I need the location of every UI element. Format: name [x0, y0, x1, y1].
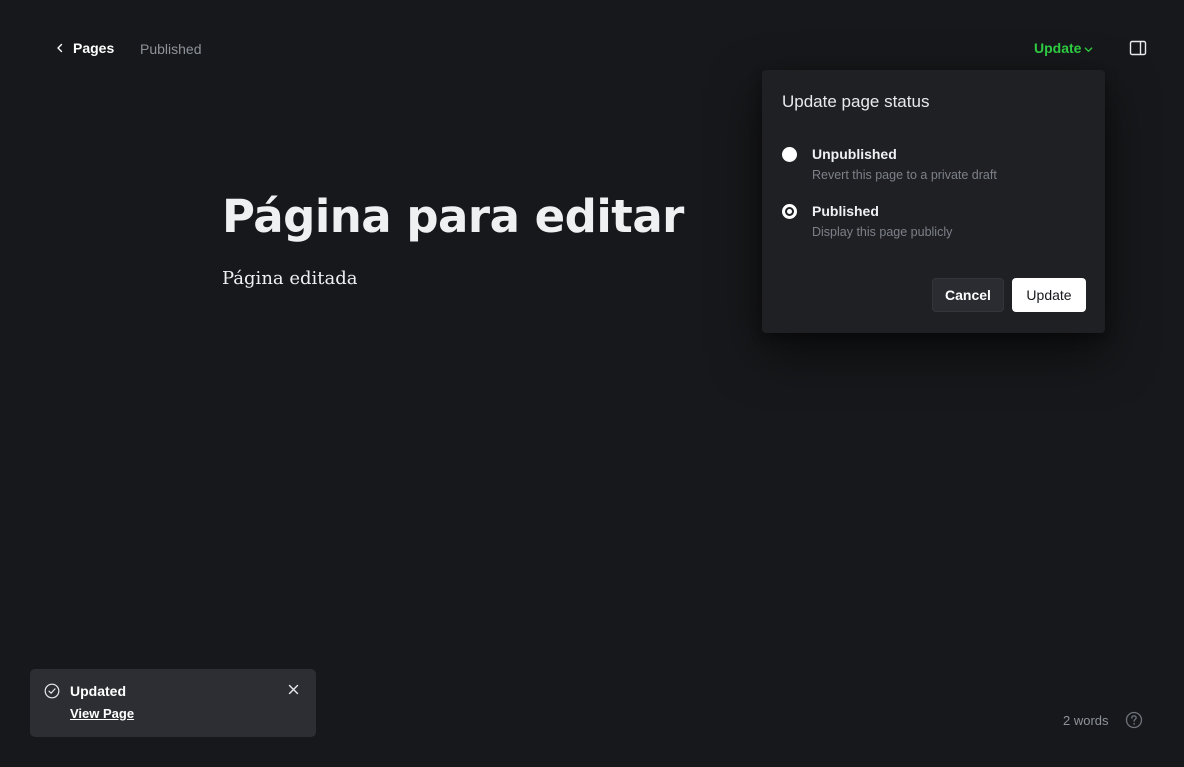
chevron-down-icon [1085, 47, 1093, 52]
option-label: Unpublished [812, 146, 897, 162]
toast-title: Updated [70, 683, 126, 699]
option-label: Published [812, 203, 879, 219]
option-description: Display this page publicly [812, 225, 953, 239]
editor-page: Pages Published Update Página para edita… [0, 0, 1184, 767]
published-radio[interactable] [782, 204, 797, 219]
status-option-unpublished[interactable]: Unpublished Revert this page to a privat… [782, 146, 1082, 190]
option-description: Revert this page to a private draft [812, 168, 997, 182]
chevron-left-icon [57, 43, 63, 53]
back-label: Pages [73, 40, 115, 56]
update-dropdown-button[interactable]: Update [1034, 40, 1093, 56]
post-title[interactable]: Página para editar [222, 190, 684, 243]
page-status-label: Published [140, 41, 202, 57]
status-option-published[interactable]: Published Display this page publicly [782, 203, 1082, 247]
check-circle-icon [44, 683, 60, 699]
popover-title: Update page status [782, 92, 930, 111]
close-icon[interactable] [288, 684, 299, 695]
post-body[interactable]: Página editada [222, 268, 358, 289]
sidebar-toggle-icon[interactable] [1129, 39, 1147, 57]
toast-notification: Updated View Page [30, 669, 316, 737]
update-dropdown-label: Update [1034, 40, 1082, 56]
back-to-pages-link[interactable]: Pages [55, 40, 114, 56]
view-page-link[interactable]: View Page [70, 706, 134, 721]
question-circle-icon[interactable] [1125, 711, 1143, 729]
confirm-update-button[interactable]: Update [1012, 278, 1086, 312]
unpublished-radio[interactable] [782, 147, 797, 162]
word-count: 2 words [1063, 713, 1109, 728]
cancel-button[interactable]: Cancel [932, 278, 1004, 312]
update-status-popover: Update page status Unpublished Revert th… [762, 70, 1105, 333]
